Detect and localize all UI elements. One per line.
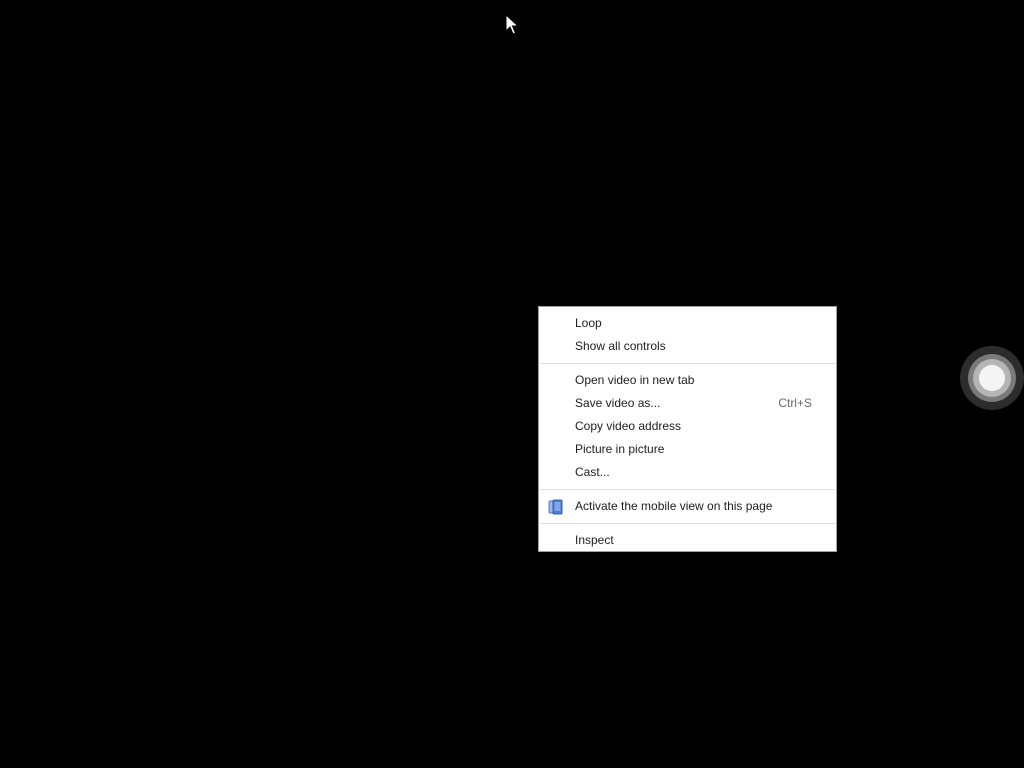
- menu-item-save-video-as[interactable]: Save video as... Ctrl+S: [539, 392, 836, 415]
- menu-item-show-all-controls[interactable]: Show all controls: [539, 335, 836, 358]
- mobile-view-extension-icon: [548, 499, 563, 515]
- menu-item-label: Show all controls: [575, 339, 666, 353]
- menu-item-label: Loop: [575, 316, 602, 330]
- menu-separator: [540, 363, 835, 364]
- menu-item-label: Open video in new tab: [575, 373, 695, 387]
- menu-item-label: Activate the mobile view on this page: [575, 499, 773, 513]
- menu-item-label: Cast...: [575, 465, 610, 479]
- menu-item-loop[interactable]: Loop: [539, 312, 836, 335]
- menu-item-copy-video-address[interactable]: Copy video address: [539, 415, 836, 438]
- menu-item-label: Picture in picture: [575, 442, 665, 456]
- menu-item-inspect[interactable]: Inspect: [539, 529, 836, 552]
- menu-item-label: Save video as...: [575, 396, 661, 410]
- context-menu: Loop Show all controls Open video in new…: [538, 306, 837, 552]
- touch-indicator-icon: [960, 346, 1024, 410]
- menu-item-open-video-new-tab[interactable]: Open video in new tab: [539, 369, 836, 392]
- menu-item-activate-mobile-view[interactable]: Activate the mobile view on this page: [539, 495, 836, 518]
- menu-item-cast[interactable]: Cast...: [539, 461, 836, 484]
- menu-separator: [540, 523, 835, 524]
- menu-separator: [540, 489, 835, 490]
- video-player-background[interactable]: Loop Show all controls Open video in new…: [0, 0, 1024, 768]
- touch-indicator-dot: [979, 365, 1005, 391]
- menu-item-label: Inspect: [575, 533, 614, 547]
- menu-item-picture-in-picture[interactable]: Picture in picture: [539, 438, 836, 461]
- menu-item-shortcut: Ctrl+S: [778, 396, 812, 410]
- touch-indicator-inner-ring: [973, 359, 1011, 397]
- mouse-pointer-icon: [505, 14, 519, 35]
- touch-indicator-ring: [968, 354, 1016, 402]
- menu-item-label: Copy video address: [575, 419, 682, 433]
